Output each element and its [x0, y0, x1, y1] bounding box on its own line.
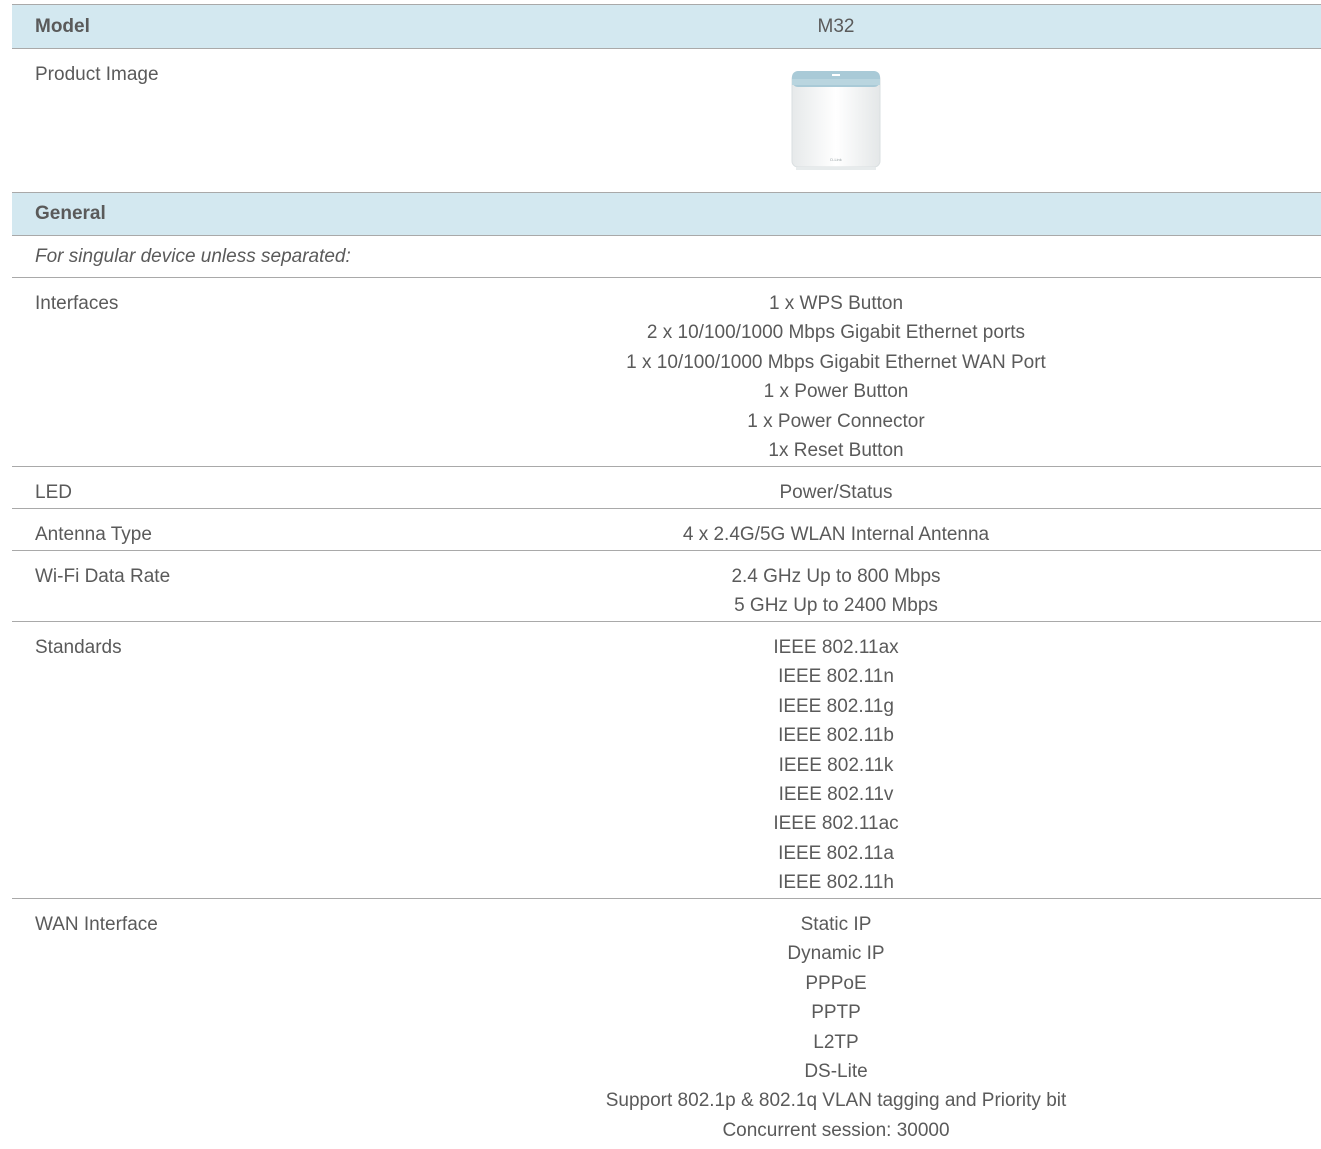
wan-interface-value: DS-Lite [804, 1060, 868, 1082]
interfaces-row: Interfaces 1 x WPS Button 2 x 10/100/100… [12, 278, 1321, 467]
note-text: For singular device unless separated: [35, 245, 351, 267]
wan-interface-values: Static IP Dynamic IP PPPoE PPTP L2TP DS-… [432, 899, 1240, 1149]
standards-value: IEEE 802.11ax [773, 637, 899, 658]
antenna-row: Antenna Type 4 x 2.4G/5G WLAN Internal A… [12, 509, 1321, 551]
standards-value: IEEE 802.11ac [773, 813, 899, 835]
interfaces-value: 1 x Power Button [763, 381, 909, 403]
note-row: For singular device unless separated: [12, 236, 1321, 278]
product-image-label: Product Image [35, 64, 159, 85]
standards-row: Standards IEEE 802.11ax IEEE 802.11n IEE… [12, 622, 1321, 899]
spec-table: Model M32 Product Image D-Link General F… [12, 4, 1321, 1149]
interfaces-value: 1 x WPS Button [768, 293, 904, 314]
wan-interface-value: PPTP [811, 1002, 861, 1024]
general-row: General [12, 193, 1321, 236]
interfaces-value: 1 x Power Connector [747, 410, 925, 432]
interfaces-label: Interfaces [35, 293, 119, 314]
wan-interface-value: Static IP [800, 914, 872, 935]
interfaces-value: 2 x 10/100/1000 Mbps Gigabit Ethernet po… [646, 322, 1026, 344]
wan-interface-value: Concurrent session: 30000 [722, 1119, 950, 1141]
standards-value: IEEE 802.11h [778, 872, 894, 894]
general-label: General [35, 203, 106, 224]
antenna-value: 4 x 2.4G/5G WLAN Internal Antenna [682, 524, 990, 545]
wifi-rate-label: Wi-Fi Data Rate [35, 566, 171, 587]
wan-interface-value: Dynamic IP [787, 943, 885, 965]
interfaces-values: 1 x WPS Button 2 x 10/100/1000 Mbps Giga… [432, 278, 1240, 466]
product-image-row: Product Image D-Link [12, 49, 1321, 193]
model-label: Model [35, 15, 90, 37]
interfaces-value: 1x Reset Button [768, 439, 904, 461]
led-row: LED Power/Status [12, 467, 1321, 509]
standards-value: IEEE 802.11g [778, 695, 894, 717]
standards-value: IEEE 802.11b [778, 725, 894, 747]
standards-value: IEEE 802.11k [778, 754, 894, 776]
model-value: M32 [817, 15, 855, 37]
standards-value: IEEE 802.11v [778, 783, 894, 805]
standards-values: IEEE 802.11ax IEEE 802.11n IEEE 802.11g … [432, 622, 1240, 898]
led-value: Power/Status [779, 482, 893, 503]
standards-value: IEEE 802.11n [778, 666, 894, 688]
product-image: D-Link [791, 71, 881, 170]
model-row: Model M32 [12, 4, 1321, 49]
led-values: Power/Status [432, 467, 1240, 508]
wan-interface-value: Support 802.1p & 802.1q VLAN tagging and… [605, 1090, 1067, 1112]
wan-interface-value: PPPoE [805, 972, 867, 994]
led-label: LED [35, 482, 72, 503]
wan-interface-value: L2TP [813, 1031, 859, 1053]
wifi-rate-row: Wi-Fi Data Rate 2.4 GHz Up to 800 Mbps 5… [12, 551, 1321, 622]
product-image-cell: D-Link [432, 49, 1240, 192]
antenna-values: 4 x 2.4G/5G WLAN Internal Antenna [432, 509, 1240, 550]
interfaces-value: 1 x 10/100/1000 Mbps Gigabit Ethernet WA… [626, 351, 1046, 373]
wan-interface-label: WAN Interface [35, 914, 158, 935]
device-logo-text: D-Link [830, 157, 842, 162]
standards-label: Standards [35, 637, 122, 658]
wifi-rate-value: 2.4 GHz Up to 800 Mbps [731, 566, 941, 587]
standards-value: IEEE 802.11a [778, 842, 894, 864]
wan-interface-row: WAN Interface Static IP Dynamic IP PPPoE… [12, 899, 1321, 1149]
antenna-label: Antenna Type [35, 524, 152, 545]
wifi-rate-values: 2.4 GHz Up to 800 Mbps 5 GHz Up to 2400 … [432, 551, 1240, 621]
wifi-rate-value: 5 GHz Up to 2400 Mbps [734, 595, 938, 617]
